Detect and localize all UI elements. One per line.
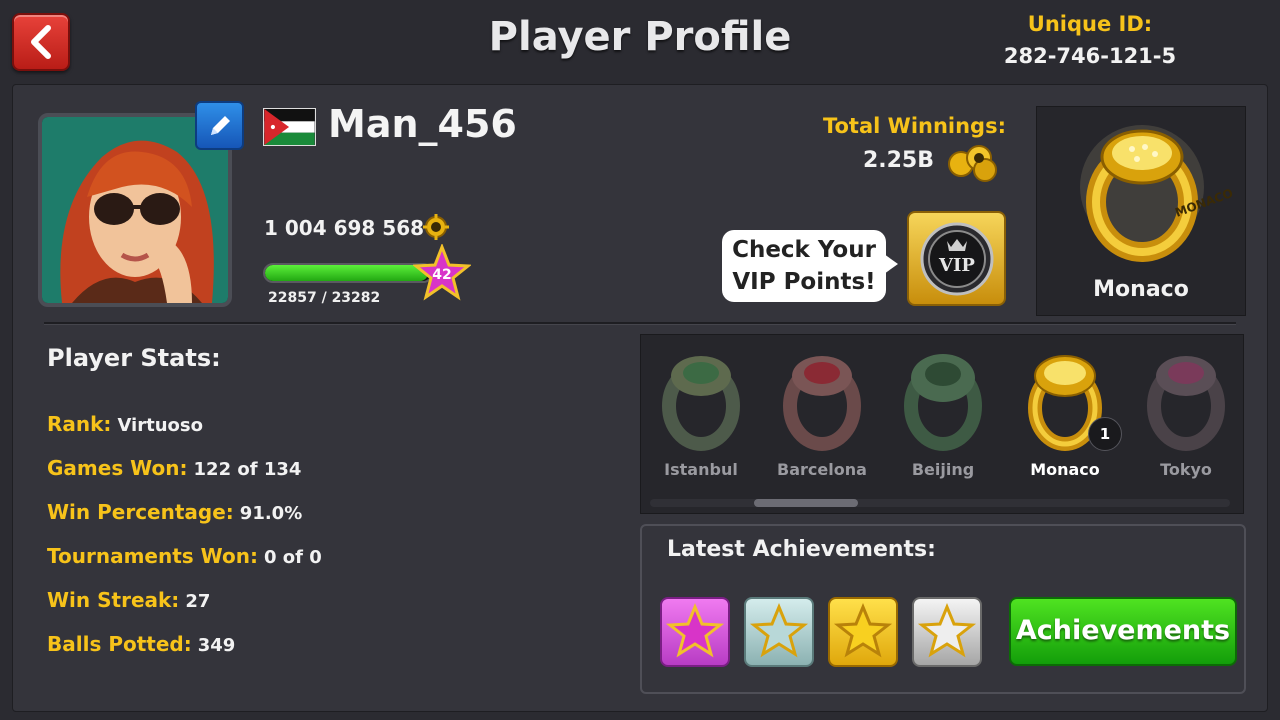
stat-value: 91.0% [239,503,303,524]
stat-label: Rank: [47,412,112,436]
ring-item-beijing[interactable]: Beijing [893,346,993,479]
level-number: 42 [432,267,451,283]
ring-item-tokyo[interactable]: Tokyo [1136,346,1236,479]
stat-value: Virtuoso [117,415,203,436]
jordan-flag-icon [263,108,316,146]
featured-ring-label: Monaco [1093,277,1189,302]
ring-label: Istanbul [664,460,738,479]
latest-achievements-title: Latest Achievements: [667,537,936,562]
player-stats-title: Player Stats: [47,344,221,372]
stat-value: 122 of 134 [193,459,302,480]
ring-label: Monaco [1030,460,1100,479]
gold-star-icon [833,603,893,658]
level-badge: 42 [411,242,473,302]
vip-prompt-bubble[interactable]: Check Your VIP Points! [722,230,898,302]
stat-tournaments-won: Tournaments Won: 0 of 0 [47,544,322,568]
star-icon: 42 [411,242,473,301]
stat-value: 27 [185,591,211,612]
ring-item-barcelona[interactable]: Barcelona [772,346,872,479]
total-winnings-value: 2.25B [862,148,934,173]
vip-prompt-line2: VIP Points! [732,269,876,295]
xp-text: 22857 / 23282 [268,290,381,306]
stat-win-streak: Win Streak: 27 [47,588,210,612]
stat-win-percentage: Win Percentage: 91.0% [47,500,302,524]
silver-star-icon [749,603,809,658]
stat-games-won: Games Won: 122 of 134 [47,456,301,480]
vip-badge-icon: VIP [920,222,993,295]
achievement-badge-white[interactable] [912,597,982,667]
achievement-badge-pink[interactable] [660,597,730,667]
ring-label: Beijing [911,460,975,479]
coin-balance: 1 004 698 568 [264,216,425,240]
pencil-icon [210,115,230,135]
beijing-ring-icon [904,354,982,451]
vip-prompt-line1: Check Your [732,237,876,263]
stat-rank: Rank: Virtuoso [47,412,203,436]
achievement-badge-silver[interactable] [744,597,814,667]
ring-label: Barcelona [777,460,867,479]
ring-label: Tokyo [1160,460,1212,479]
pink-star-icon [665,603,725,658]
ring-count-badge: 1 [1088,417,1122,451]
section-divider [44,322,1236,325]
tokyo-ring-icon [1147,356,1225,451]
unique-id-value: 282-746-121-5 [1003,44,1177,68]
ring-scrollbar-track[interactable] [650,499,1230,507]
achievement-badge-gold[interactable] [828,597,898,667]
coin-stack-icon [948,145,997,182]
stat-balls-potted: Balls Potted: 349 [47,632,235,656]
stat-label: Win Streak: [47,588,180,612]
ring-item-monaco[interactable]: Monaco [1015,346,1115,479]
xp-progress-fill [265,265,428,281]
ring-scrollbar-thumb[interactable] [754,499,858,507]
stat-value: 349 [197,635,236,656]
gold-ring-icon: MONACO [1080,125,1235,262]
stat-label: Games Won: [47,456,188,480]
total-winnings-label: Total Winnings: [822,114,1006,138]
ring-item-istanbul[interactable]: Istanbul [651,346,751,479]
white-star-icon [917,603,977,658]
xp-progress-bar [263,263,433,283]
vip-button[interactable]: VIP [907,211,1006,306]
vip-badge-text: VIP [938,255,975,276]
stat-label: Win Percentage: [47,500,234,524]
istanbul-ring-icon [662,356,740,451]
stat-value: 0 of 0 [263,547,322,568]
player-name: Man_456 [328,102,517,146]
barcelona-ring-icon [783,356,861,451]
coin-icon [423,214,449,240]
unique-id-label: Unique ID: [1027,12,1153,36]
achievements-button[interactable]: Achievements [1009,597,1237,666]
stat-label: Tournaments Won: [47,544,258,568]
edit-profile-button[interactable] [195,101,244,150]
stat-label: Balls Potted: [47,632,192,656]
